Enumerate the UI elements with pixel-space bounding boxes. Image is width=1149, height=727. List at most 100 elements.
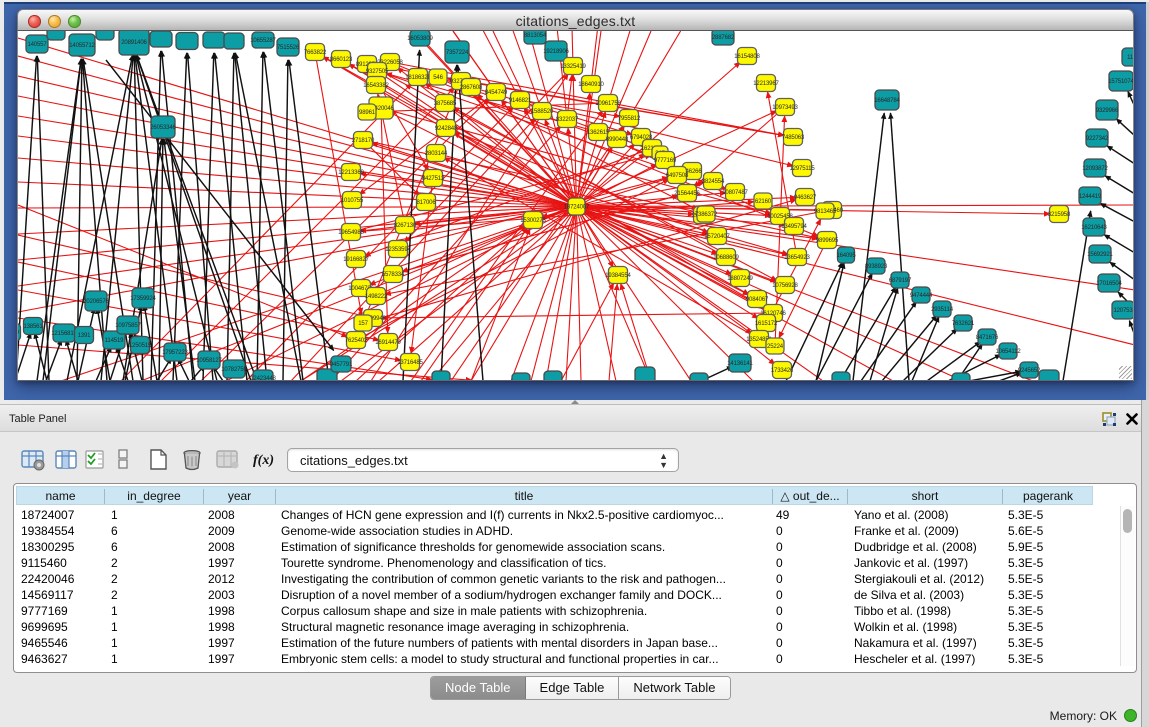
svg-text:1362615: 1362615 — [587, 130, 610, 136]
svg-text:19166827: 19166827 — [343, 257, 369, 263]
svg-text:9245652: 9245652 — [1018, 368, 1041, 374]
svg-text:16648784: 16648784 — [874, 98, 900, 104]
svg-text:10958127: 10958127 — [196, 358, 222, 364]
svg-text:62160: 62160 — [755, 199, 772, 205]
svg-text:3875685: 3875685 — [434, 101, 457, 107]
svg-text:18640910: 18640910 — [578, 82, 604, 88]
svg-text:7625402: 7625402 — [345, 338, 368, 344]
svg-text:140557: 140557 — [27, 42, 47, 48]
svg-text:18724007: 18724007 — [564, 205, 590, 211]
svg-text:1250515: 1250515 — [129, 343, 152, 349]
svg-text:10807487: 10807487 — [722, 190, 748, 196]
svg-text:1391: 1391 — [78, 333, 92, 339]
svg-text:9242848: 9242848 — [435, 126, 458, 132]
svg-text:6497508: 6497508 — [666, 173, 689, 179]
svg-text:8471676: 8471676 — [976, 335, 999, 341]
svg-text:13654923: 13654923 — [784, 255, 810, 261]
svg-text:138561: 138561 — [23, 324, 43, 330]
svg-text:2887682: 2887682 — [712, 35, 735, 41]
svg-text:17016504: 17016504 — [1096, 281, 1122, 287]
svg-text:9327505: 9327505 — [366, 69, 389, 75]
svg-text:817006: 817006 — [416, 200, 436, 206]
svg-text:16154808: 16154808 — [734, 54, 760, 60]
svg-text:2867608: 2867608 — [460, 85, 483, 91]
svg-text:21564456: 21564456 — [674, 191, 700, 197]
svg-text:546: 546 — [433, 75, 443, 81]
svg-text:164095: 164095 — [836, 253, 856, 259]
svg-text:10654112: 10654112 — [995, 349, 1021, 355]
svg-text:9474444: 9474444 — [910, 293, 933, 299]
svg-text:5578334: 5578334 — [382, 272, 405, 278]
svg-text:15720407: 15720407 — [704, 234, 730, 240]
svg-text:1112: 1112 — [1127, 55, 1134, 61]
svg-text:8813054: 8813054 — [524, 33, 547, 39]
svg-text:1498222: 1498222 — [365, 294, 388, 300]
svg-text:10688609: 10688609 — [713, 255, 739, 261]
svg-text:9899695: 9899695 — [816, 238, 839, 244]
svg-text:9813465: 9813465 — [814, 209, 837, 215]
svg-text:9777169: 9777169 — [654, 158, 677, 164]
svg-text:20891406: 20891406 — [121, 40, 147, 46]
svg-text:12975115: 12975115 — [789, 166, 815, 172]
svg-text:8267130: 8267130 — [394, 223, 417, 229]
svg-text:3215958: 3215958 — [1048, 212, 1071, 218]
svg-text:8322037: 8322037 — [556, 117, 579, 123]
svg-text:157: 157 — [358, 321, 368, 327]
svg-text:1615172: 1615172 — [755, 321, 778, 327]
svg-text:12353594: 12353594 — [385, 247, 411, 253]
svg-text:15751074: 15751074 — [1108, 79, 1134, 85]
svg-text:15300273: 15300273 — [520, 218, 546, 224]
svg-text:7515526: 7515526 — [277, 45, 300, 51]
svg-text:10782759: 10782759 — [221, 367, 247, 373]
svg-text:1733426: 1733426 — [771, 368, 794, 374]
svg-text:17957223: 17957223 — [162, 350, 188, 356]
svg-text:12213369: 12213369 — [338, 170, 364, 176]
svg-text:10975857: 10975857 — [115, 323, 141, 329]
svg-text:15692921: 15692921 — [1087, 252, 1113, 258]
svg-text:7663822: 7663822 — [304, 50, 327, 56]
svg-text:7632621: 7632621 — [952, 321, 975, 327]
svg-text:114519: 114519 — [105, 338, 124, 344]
svg-text:1244419: 1244419 — [1079, 194, 1102, 200]
svg-text:10973493: 10973493 — [772, 105, 798, 111]
svg-text:7955812: 7955812 — [618, 116, 641, 122]
svg-text:7386372: 7386372 — [695, 212, 718, 218]
svg-text:19218906: 19218906 — [543, 49, 569, 55]
svg-text:9457791: 9457791 — [330, 362, 353, 368]
svg-text:16053809: 16053809 — [407, 36, 433, 42]
svg-text:98961: 98961 — [359, 110, 376, 116]
svg-text:10961758: 10961758 — [595, 101, 621, 107]
svg-text:8660123: 8660123 — [330, 57, 353, 63]
svg-text:2718170: 2718170 — [352, 138, 375, 144]
svg-text:16914479: 16914479 — [375, 340, 401, 346]
svg-text:12213967: 12213967 — [753, 81, 779, 87]
svg-text:9227342: 9227342 — [1086, 136, 1109, 142]
svg-text:9463627: 9463627 — [794, 195, 817, 201]
svg-text:13495794: 13495794 — [781, 224, 807, 230]
svg-text:25224: 25224 — [767, 344, 784, 350]
svg-text:8990448: 8990448 — [606, 137, 629, 143]
svg-text:18186328: 18186328 — [405, 75, 431, 81]
svg-text:8454749: 8454749 — [485, 90, 508, 96]
svg-text:26053346: 26053346 — [150, 125, 176, 131]
svg-text:f(x): f(x) — [253, 453, 274, 468]
svg-text:8427512: 8427512 — [422, 176, 445, 182]
svg-text:13325419: 13325419 — [560, 64, 586, 70]
svg-text:19384554: 19384554 — [605, 273, 631, 279]
svg-text:3824554: 3824554 — [702, 179, 725, 185]
svg-text:17359924: 17359924 — [130, 296, 156, 302]
svg-text:9084067: 9084067 — [746, 297, 769, 303]
svg-text:120753: 120753 — [1113, 308, 1133, 314]
svg-text:14136141: 14136141 — [727, 361, 753, 367]
svg-text:14055712: 14055712 — [69, 43, 95, 49]
svg-text:20206576: 20206576 — [83, 299, 109, 305]
svg-text:2803144: 2803144 — [425, 151, 448, 157]
svg-text:13716485: 13716485 — [397, 360, 423, 366]
svg-text:9329966: 9329966 — [1096, 108, 1119, 114]
svg-text:1588520: 1588520 — [531, 109, 554, 115]
svg-text:6879197: 6879197 — [889, 278, 912, 284]
svg-text:7357224: 7357224 — [446, 50, 469, 56]
svg-text:16543382: 16543382 — [363, 83, 389, 89]
svg-text:10756928: 10756928 — [772, 283, 798, 289]
svg-text:1010755: 1010755 — [341, 198, 364, 204]
